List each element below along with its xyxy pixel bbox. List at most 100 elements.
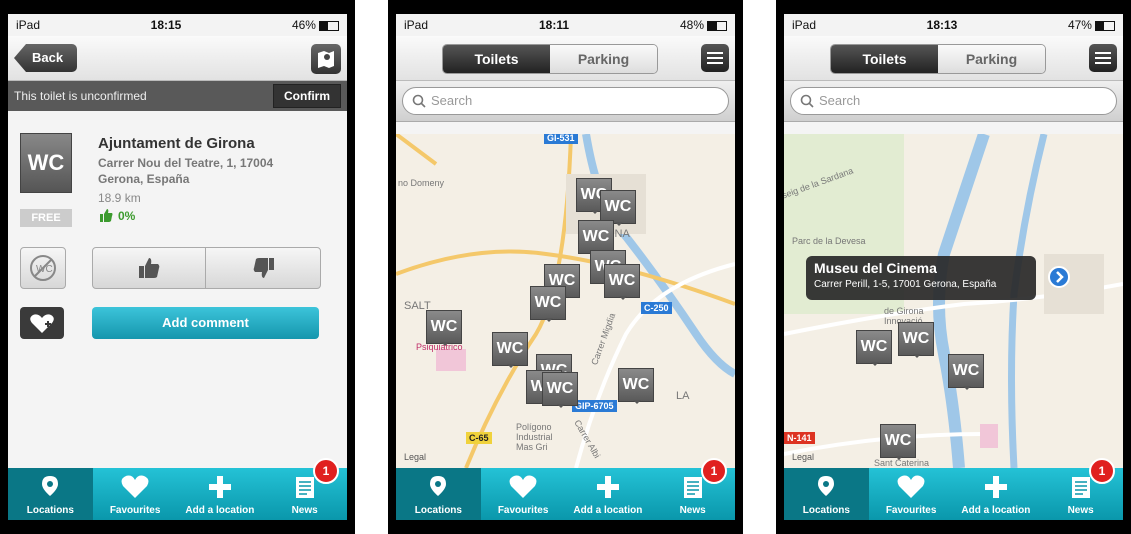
battery-indicator: 46% — [292, 18, 339, 32]
wc-map-pin[interactable]: WC — [530, 286, 566, 322]
list-view-button[interactable] — [701, 44, 729, 72]
tab-favourites[interactable]: Favourites — [93, 468, 178, 520]
add-comment-button[interactable]: Add comment — [92, 307, 319, 339]
legal-link[interactable]: Legal — [404, 452, 426, 462]
location-callout[interactable]: Museu del Cinema Carrer Perill, 1-5, 170… — [806, 256, 1070, 300]
parking-segment[interactable]: Parking — [550, 45, 657, 73]
tab-news[interactable]: News 1 — [650, 458, 735, 520]
battery-indicator: 48% — [680, 18, 727, 32]
plus-icon — [984, 476, 1007, 498]
wc-map-pin[interactable]: WC — [856, 330, 892, 366]
toilets-segment[interactable]: Toilets — [443, 45, 550, 73]
map-button[interactable] — [311, 44, 341, 74]
map-label: LA — [676, 390, 690, 402]
road-label: GI-531 — [544, 134, 578, 144]
wc-map-pin[interactable]: WC — [880, 424, 916, 460]
map-label: Polígono Industrial Mas Gri — [516, 422, 553, 452]
legal-link[interactable]: Legal — [792, 452, 814, 462]
clock: 18:15 — [150, 18, 182, 32]
distance: 18.9 km — [98, 191, 141, 205]
search-input[interactable]: Search — [402, 87, 729, 115]
tab-favourites[interactable]: Favourites — [869, 468, 954, 520]
search-input[interactable]: Search — [790, 87, 1117, 115]
parking-segment[interactable]: Parking — [938, 45, 1045, 73]
wc-map-pin[interactable]: WC — [542, 372, 578, 408]
wc-map-pin[interactable]: WC — [898, 322, 934, 358]
tab-news[interactable]: News 1 — [262, 458, 347, 520]
wc-map-pin[interactable]: WC — [600, 190, 636, 226]
heart-icon — [897, 475, 925, 498]
battery-percent: 47% — [1067, 18, 1092, 32]
road-label: C-250 — [641, 302, 672, 314]
pin-icon — [42, 476, 59, 496]
map-label: no Domeny — [398, 178, 445, 188]
pin-icon — [430, 476, 447, 496]
battery-percent: 48% — [679, 18, 704, 32]
tab-add-location[interactable]: Add a location — [566, 468, 651, 520]
status-bar: iPad 18:13 47% — [784, 14, 1123, 36]
wc-map-pin[interactable]: WC — [492, 332, 528, 368]
wc-icon: WC — [20, 133, 72, 193]
tab-label: Add a location — [185, 505, 255, 516]
clock: 18:11 — [538, 18, 570, 32]
tab-bar: Locations Favourites Add a location News… — [396, 458, 735, 520]
plus-icon — [208, 476, 231, 498]
tab-label: Locations — [26, 505, 74, 516]
svg-text:WC: WC — [36, 264, 53, 275]
wc-map-pin[interactable]: WC — [618, 368, 654, 404]
pin-icon — [818, 476, 835, 496]
tab-bar: Locations Favourites Add a location News… — [784, 458, 1123, 520]
plus-icon — [596, 476, 619, 498]
wc-map-pin[interactable]: WC — [578, 220, 614, 256]
search-icon — [800, 94, 814, 108]
tab-label: Locations — [414, 505, 462, 516]
nav-bar: Toilets Parking — [784, 36, 1123, 81]
back-button[interactable]: Back — [14, 44, 78, 72]
map-view[interactable]: GI-531 C-250 GIP-6705 C-65 no Domeny SAL… — [396, 134, 735, 468]
tab-label: News — [291, 505, 318, 516]
road-label: C-65 — [466, 432, 492, 444]
list-view-button[interactable] — [1089, 44, 1117, 72]
no-wc-button[interactable]: WC — [20, 247, 66, 289]
search-bar: Search — [396, 81, 735, 122]
tab-locations[interactable]: Locations — [784, 468, 869, 520]
tab-label: Favourites — [497, 505, 549, 516]
disclosure-icon[interactable] — [1048, 266, 1070, 288]
phone-detail: iPad 18:15 46% Back This toilet is uncon… — [0, 0, 355, 534]
map-view[interactable]: seig de la Sardana Parc de la Devesa de … — [784, 134, 1123, 468]
nav-bar: Toilets Parking — [396, 36, 735, 81]
address-line-2: Gerona, España — [98, 172, 190, 186]
tab-add-location[interactable]: Add a location — [178, 468, 263, 520]
wc-map-pin[interactable]: WC — [948, 354, 984, 390]
thumbs-down-button[interactable] — [205, 247, 321, 289]
nav-bar: Back — [8, 36, 347, 81]
confirm-button[interactable]: Confirm — [273, 84, 341, 108]
battery-icon — [1094, 20, 1115, 31]
tab-label: Add a location — [961, 505, 1031, 516]
tab-locations[interactable]: Locations — [396, 468, 481, 520]
callout-address: Carrer Perill, 1-5, 17001 Gerona, España — [814, 279, 997, 290]
map-background — [784, 134, 1123, 468]
unconfirmed-banner: This toilet is unconfirmed Confirm — [8, 81, 347, 111]
detail-screen: iPad 18:15 46% Back This toilet is uncon… — [8, 14, 347, 520]
toilets-segment[interactable]: Toilets — [831, 45, 938, 73]
wc-map-pin[interactable]: WC — [604, 264, 640, 300]
tab-label: Favourites — [885, 505, 937, 516]
type-segmented-control: Toilets Parking — [830, 44, 1046, 74]
clock: 18:13 — [926, 18, 958, 32]
tab-add-location[interactable]: Add a location — [954, 468, 1039, 520]
device-label: iPad — [404, 18, 429, 32]
tab-favourites[interactable]: Favourites — [481, 468, 566, 520]
callout-title: Museu del Cinema — [814, 260, 937, 276]
map-callout-screen: iPad 18:13 47% Toilets Parking Search se… — [784, 14, 1123, 520]
tab-label: Add a location — [573, 505, 643, 516]
tab-label: News — [679, 505, 706, 516]
wc-map-pin[interactable]: WC — [426, 310, 462, 346]
device-label: iPad — [792, 18, 817, 32]
tab-label: Locations — [802, 505, 850, 516]
thumbs-up-button[interactable] — [92, 247, 207, 289]
battery-icon — [707, 20, 727, 31]
tab-locations[interactable]: Locations — [8, 468, 93, 520]
tab-news[interactable]: News 1 — [1038, 458, 1123, 520]
add-favourite-button[interactable] — [20, 307, 64, 339]
